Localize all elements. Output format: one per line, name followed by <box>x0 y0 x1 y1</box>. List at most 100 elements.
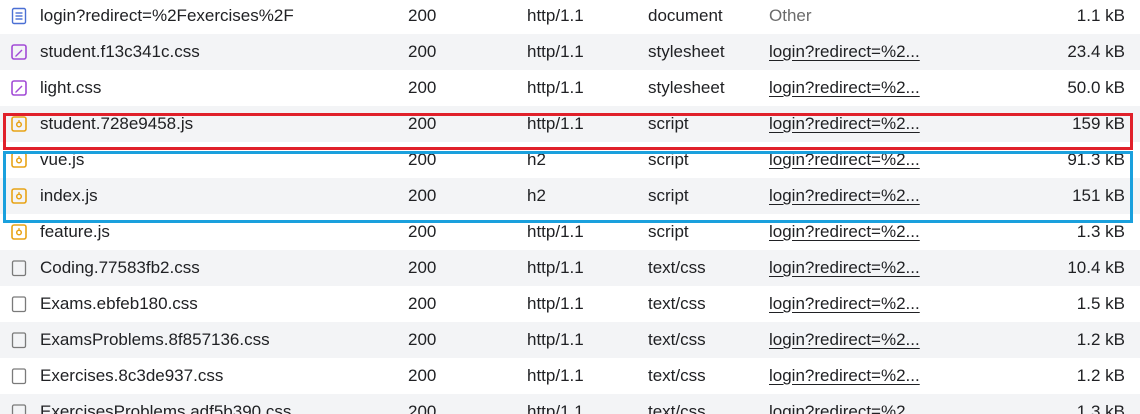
request-name: student.f13c341c.css <box>40 42 200 61</box>
request-name: ExercisesProblems.adf5b390.css <box>40 402 292 414</box>
script-icon <box>10 223 28 241</box>
type-cell: script <box>648 222 689 241</box>
request-name: feature.js <box>40 222 110 241</box>
status-cell: 200 <box>408 294 437 313</box>
script-icon <box>10 115 28 133</box>
request-row[interactable]: student.728e9458.js 200 http/1.1 script logi… <box>0 106 1140 142</box>
size-cell: 1.5 kB <box>1076 294 1125 313</box>
request-name-cell[interactable]: student.f13c341c.css <box>10 34 395 70</box>
request-name: Exercises.8c3de937.css <box>40 366 224 385</box>
protocol-cell: http/1.1 <box>527 6 584 25</box>
initiator-link[interactable]: login?redirect=%2... <box>769 70 959 106</box>
size-cell: 1.2 kB <box>1076 366 1125 385</box>
request-row[interactable]: Exercises.8c3de937.css 200 http/1.1 text/cs… <box>0 358 1140 394</box>
size-cell: 10.4 kB <box>1067 258 1125 277</box>
request-name: Coding.77583fb2.css <box>40 258 200 277</box>
request-name: light.css <box>40 78 102 97</box>
request-name: Exams.ebfeb180.css <box>40 294 198 313</box>
request-row[interactable]: login?redirect=%2Fexercises%2F 200 http/1.… <box>0 0 1140 34</box>
request-row[interactable]: vue.js 200 h2 script login?redirect=%2... 91.… <box>0 142 1140 178</box>
network-requests-table: login?redirect=%2Fexercises%2F 200 http/1.… <box>0 0 1140 414</box>
type-cell: stylesheet <box>648 42 725 61</box>
file-icon <box>10 403 28 414</box>
initiator-link[interactable]: login?redirect=%2... <box>769 142 959 178</box>
request-name: index.js <box>40 186 98 205</box>
protocol-cell: http/1.1 <box>527 258 584 277</box>
size-cell: 1.3 kB <box>1076 222 1125 241</box>
request-name-cell[interactable]: Exercises.8c3de937.css <box>10 358 395 394</box>
request-name-cell[interactable]: student.728e9458.js <box>10 106 395 142</box>
file-icon <box>10 295 28 313</box>
status-cell: 200 <box>408 186 437 205</box>
type-cell: text/css <box>648 294 706 313</box>
initiator-link[interactable]: login?redirect=%2... <box>769 34 959 70</box>
protocol-cell: http/1.1 <box>527 222 584 241</box>
initiator-link[interactable]: login?redirect=%2... <box>769 178 959 214</box>
request-name-cell[interactable]: Exams.ebfeb180.css <box>10 286 395 322</box>
size-cell: 159 kB <box>1072 114 1125 133</box>
size-cell: 91.3 kB <box>1067 150 1125 169</box>
request-row[interactable]: ExamsProblems.8f857136.css 200 http/1.1 tex… <box>0 322 1140 358</box>
size-cell: 1.2 kB <box>1076 330 1125 349</box>
stylesheet-icon <box>10 43 28 61</box>
status-cell: 200 <box>408 150 437 169</box>
status-cell: 200 <box>408 366 437 385</box>
status-cell: 200 <box>408 222 437 241</box>
initiator-link[interactable]: login?redirect=%2... <box>769 214 959 250</box>
request-name: login?redirect=%2Fexercises%2F <box>40 6 294 25</box>
request-row[interactable]: Exams.ebfeb180.css 200 http/1.1 text/css log… <box>0 286 1140 322</box>
type-cell: document <box>648 6 723 25</box>
initiator-link: Other <box>769 6 812 25</box>
size-cell: 1.3 kB <box>1076 402 1125 414</box>
status-cell: 200 <box>408 78 437 97</box>
type-cell: text/css <box>648 258 706 277</box>
size-cell: 50.0 kB <box>1067 78 1125 97</box>
request-row[interactable]: light.css 200 http/1.1 stylesheet login?redi… <box>0 70 1140 106</box>
request-name-cell[interactable]: ExamsProblems.8f857136.css <box>10 322 395 358</box>
request-row[interactable]: student.f13c341c.css 200 http/1.1 styleshee… <box>0 34 1140 70</box>
request-row[interactable]: Coding.77583fb2.css 200 http/1.1 text/css lo… <box>0 250 1140 286</box>
protocol-cell: http/1.1 <box>527 114 584 133</box>
request-name-cell[interactable]: feature.js <box>10 214 395 250</box>
type-cell: text/css <box>648 330 706 349</box>
size-cell: 151 kB <box>1072 186 1125 205</box>
request-row[interactable]: ExercisesProblems.adf5b390.css 200 http/1.… <box>0 394 1140 414</box>
initiator-link[interactable]: login?redirect=%2... <box>769 250 959 286</box>
type-cell: script <box>648 186 689 205</box>
initiator-link[interactable]: login?redirect=%2... <box>769 322 959 358</box>
request-name-cell[interactable]: ExercisesProblems.adf5b390.css <box>10 394 395 414</box>
type-cell: text/css <box>648 366 706 385</box>
request-name: vue.js <box>40 150 85 169</box>
initiator-link[interactable]: login?redirect=%2... <box>769 106 959 142</box>
file-icon <box>10 367 28 385</box>
type-cell: text/css <box>648 402 706 414</box>
status-cell: 200 <box>408 258 437 277</box>
status-cell: 200 <box>408 6 437 25</box>
file-icon <box>10 259 28 277</box>
initiator-link[interactable]: login?redirect=%2... <box>769 358 959 394</box>
request-name-cell[interactable]: Coding.77583fb2.css <box>10 250 395 286</box>
request-name-cell[interactable]: login?redirect=%2Fexercises%2F <box>10 0 395 34</box>
protocol-cell: http/1.1 <box>527 42 584 61</box>
status-cell: 200 <box>408 114 437 133</box>
initiator-link[interactable]: login?redirect=%2... <box>769 286 959 322</box>
protocol-cell: http/1.1 <box>527 402 584 414</box>
request-name-cell[interactable]: light.css <box>10 70 395 106</box>
stylesheet-icon <box>10 79 28 97</box>
protocol-cell: http/1.1 <box>527 294 584 313</box>
status-cell: 200 <box>408 42 437 61</box>
file-icon <box>10 331 28 349</box>
size-cell: 23.4 kB <box>1067 42 1125 61</box>
protocol-cell: http/1.1 <box>527 78 584 97</box>
request-name-cell[interactable]: vue.js <box>10 142 395 178</box>
request-row[interactable]: index.js 200 h2 script login?redirect=%2... 1… <box>0 178 1140 214</box>
script-icon <box>10 151 28 169</box>
request-name-cell[interactable]: index.js <box>10 178 395 214</box>
initiator-link[interactable]: login?redirect=%2... <box>769 394 959 414</box>
status-cell: 200 <box>408 330 437 349</box>
type-cell: script <box>648 114 689 133</box>
request-row[interactable]: feature.js 200 http/1.1 script login?redirec… <box>0 214 1140 250</box>
request-name: student.728e9458.js <box>40 114 194 133</box>
protocol-cell: http/1.1 <box>527 330 584 349</box>
script-icon <box>10 187 28 205</box>
